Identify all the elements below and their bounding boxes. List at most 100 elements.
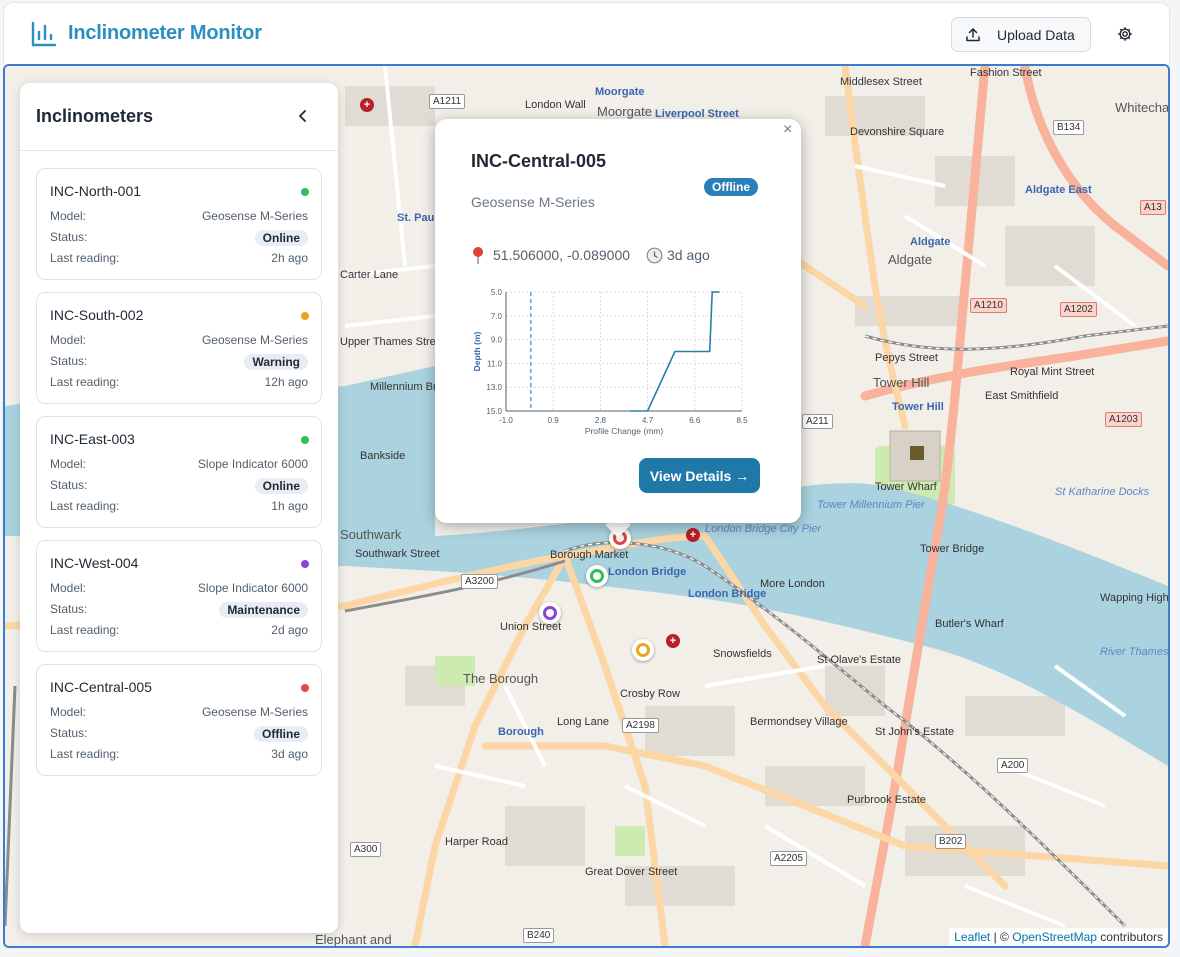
map-label: Great Dover Street bbox=[585, 866, 678, 878]
status-row: Status: Maintenance bbox=[50, 602, 308, 618]
hospital-icon: + bbox=[360, 98, 374, 112]
model-value: Geosense M-Series bbox=[201, 705, 308, 719]
map-label: Borough Market bbox=[550, 549, 629, 561]
model-row: Model: Slope Indicator 6000 bbox=[50, 581, 308, 595]
model-label: Model: bbox=[50, 333, 87, 347]
map-label: Long Lane bbox=[557, 716, 609, 728]
popup-title: INC-Central-005 bbox=[471, 151, 607, 171]
osm-link[interactable]: OpenStreetMap bbox=[1012, 930, 1097, 944]
status-dot bbox=[301, 312, 309, 320]
card-name: INC-West-004 bbox=[50, 555, 139, 571]
map-marker-inc-west-004[interactable] bbox=[539, 602, 561, 624]
model-row: Model: Geosense M-Series bbox=[50, 705, 308, 719]
last-reading-row: Last reading: 2h ago bbox=[50, 251, 308, 265]
status-label: Status: bbox=[50, 354, 88, 368]
bar-chart-icon bbox=[31, 21, 57, 46]
map-marker-inc-north-001[interactable] bbox=[586, 565, 608, 587]
status-badge: Online bbox=[254, 478, 308, 494]
road-shield: A2198 bbox=[622, 718, 659, 733]
status-badge: Online bbox=[254, 230, 308, 246]
map-label: St John's Estate bbox=[875, 726, 955, 738]
last-reading-row: Last reading: 3d ago bbox=[50, 747, 308, 761]
view-details-button[interactable]: View Details → bbox=[639, 458, 760, 493]
x-tick-label: 0.9 bbox=[548, 416, 560, 425]
inclinometer-card[interactable]: INC-East-003 Model: Slope Indicator 6000 St… bbox=[36, 416, 322, 528]
inclinometer-sidebar: Inclinometers INC-North-001 Model: Geosens… bbox=[20, 83, 338, 933]
map-label: Tower Bridge bbox=[920, 543, 985, 555]
road-shield: A13 bbox=[1140, 200, 1166, 215]
upload-data-button[interactable]: Upload Data bbox=[951, 17, 1091, 52]
y-tick-label: 9.0 bbox=[491, 336, 503, 345]
map-marker-inc-south-002[interactable] bbox=[632, 639, 654, 661]
status-dot bbox=[301, 560, 309, 568]
status-label: Status: bbox=[50, 478, 88, 492]
map-label: East Smithfield bbox=[985, 390, 1059, 402]
map-label: Butler's Wharf bbox=[935, 618, 1004, 630]
status-label: Status: bbox=[50, 602, 88, 616]
map-label: Moorgate bbox=[597, 104, 652, 119]
status-badge: Offline bbox=[704, 178, 758, 196]
map-label: Whitechapel bbox=[1115, 100, 1170, 115]
road-shield: A1203 bbox=[1105, 412, 1142, 427]
last-reading-value: 1h ago bbox=[271, 499, 308, 513]
last-reading-value: 12h ago bbox=[264, 375, 308, 389]
map-label: London Wall bbox=[525, 99, 586, 111]
app: Inclinometer Monitor Upload Data Moorgat… bbox=[0, 0, 1180, 957]
status-row: Status: Online bbox=[50, 230, 308, 246]
road-shield: B202 bbox=[935, 834, 967, 849]
leaflet-link[interactable]: Leaflet bbox=[954, 930, 990, 944]
collapse-sidebar-button[interactable] bbox=[294, 107, 312, 125]
last-reading-value: 3d ago bbox=[271, 747, 308, 761]
inclinometer-card[interactable]: INC-West-004 Model: Slope Indicator 6000 St… bbox=[36, 540, 322, 652]
settings-button[interactable] bbox=[1114, 23, 1136, 45]
inclinometer-card[interactable]: INC-Central-005 Model: Geosense M-Series St… bbox=[36, 664, 322, 776]
road-shield: A2205 bbox=[770, 851, 807, 866]
status-badge: Offline bbox=[254, 726, 308, 742]
map-label: Fashion Street bbox=[970, 67, 1042, 79]
map-label: Crosby Row bbox=[620, 688, 680, 700]
road-shield: A3200 bbox=[461, 574, 498, 589]
card-name: INC-North-001 bbox=[50, 183, 142, 199]
last-reading-value: 2h ago bbox=[271, 251, 308, 265]
y-tick-label: 5.0 bbox=[491, 288, 503, 297]
road-shield: B240 bbox=[523, 928, 555, 943]
model-label: Model: bbox=[50, 581, 87, 595]
model-row: Model: Geosense M-Series bbox=[50, 209, 308, 223]
profile-line bbox=[630, 291, 720, 412]
card-name: INC-Central-005 bbox=[50, 679, 152, 695]
status-badge: Warning bbox=[244, 354, 308, 370]
y-tick-label: 13.0 bbox=[486, 383, 502, 392]
popup-coordinates: 51.506000, -0.089000 bbox=[493, 247, 631, 263]
model-value: Slope Indicator 6000 bbox=[197, 457, 308, 471]
status-row: Status: Online bbox=[50, 478, 308, 494]
model-value: Geosense M-Series bbox=[201, 209, 308, 223]
status-dot bbox=[301, 436, 309, 444]
y-tick-label: 11.0 bbox=[487, 359, 503, 368]
model-row: Model: Slope Indicator 6000 bbox=[50, 457, 308, 471]
inclinometer-popup: × INC-Central-005 Offline Geosense M-Ser… bbox=[435, 119, 801, 523]
road-shield: A200 bbox=[997, 758, 1029, 773]
map-label: River Thames bbox=[1100, 646, 1169, 658]
last-reading-value: 2d ago bbox=[271, 623, 308, 637]
sidebar-header: Inclinometers bbox=[20, 83, 338, 151]
upload-data-label: Upload Data bbox=[997, 26, 1075, 43]
model-label: Model: bbox=[50, 705, 87, 719]
map-label: Tower Hill bbox=[892, 401, 944, 413]
inclinometer-card[interactable]: INC-North-001 Model: Geosense M-Series Stat… bbox=[36, 168, 322, 280]
last-reading-row: Last reading: 2d ago bbox=[50, 623, 308, 637]
attribution-suffix: contributors bbox=[1100, 930, 1163, 944]
x-tick-label: 6.6 bbox=[689, 416, 701, 425]
x-axis-label: Profile Change (mm) bbox=[585, 426, 664, 436]
map-label: Carter Lane bbox=[340, 269, 399, 281]
road-shield: B134 bbox=[1053, 120, 1085, 135]
close-popup-button[interactable]: × bbox=[783, 121, 792, 139]
map-label: More London bbox=[760, 578, 825, 590]
map-label: Bermondsey Village bbox=[750, 716, 848, 728]
inclinometer-card[interactable]: INC-South-002 Model: Geosense M-Series Stat… bbox=[36, 292, 322, 404]
map-label: Tower Millennium Pier bbox=[817, 499, 925, 511]
map-label: London Bridge bbox=[688, 588, 767, 600]
last-reading-label: Last reading: bbox=[50, 375, 120, 389]
road-shield: A1211 bbox=[429, 94, 466, 109]
model-label: Model: bbox=[50, 457, 87, 471]
model-value: Slope Indicator 6000 bbox=[197, 581, 308, 595]
